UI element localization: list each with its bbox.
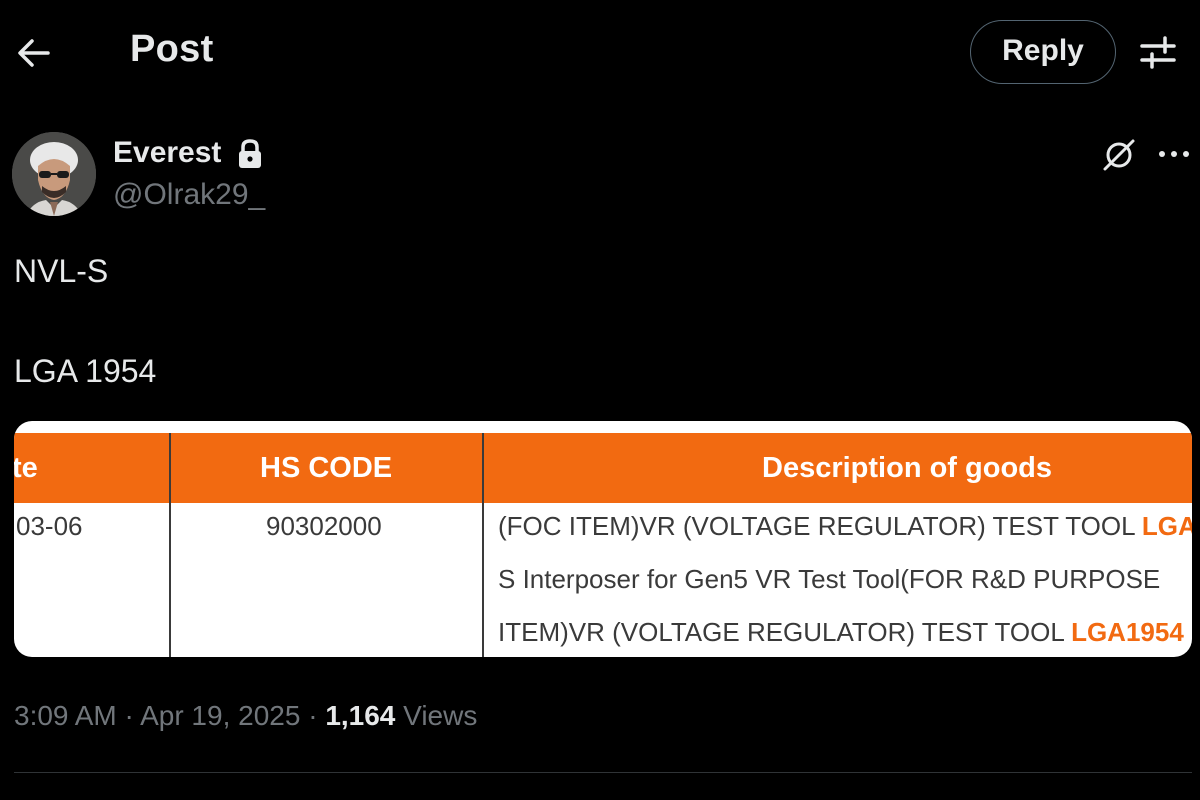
views-label: Views <box>395 700 478 731</box>
cell-date: 03-06 <box>16 511 83 541</box>
views-count: 1,164 <box>325 700 396 731</box>
lock-icon <box>236 138 264 170</box>
sliders-icon <box>1140 36 1176 69</box>
description-highlight: LGA <box>1141 511 1192 541</box>
column-header-description: Description of goods <box>762 452 1052 484</box>
post-time[interactable]: 3:09 AM <box>14 700 117 731</box>
post-text-line: NVL-S <box>14 253 109 289</box>
arrow-left-icon <box>18 39 50 67</box>
meta-separator: · <box>116 700 141 731</box>
post-meta: 3:09 AM · Apr 19, 2025 · 1,164 Views <box>14 700 477 732</box>
author-handle[interactable]: @Olrak29_ <box>113 178 265 212</box>
cell-description-line: S Interposer for Gen5 VR Test Tool(FOR R… <box>498 563 1160 595</box>
column-divider <box>482 433 484 657</box>
column-header-hs-code: HS CODE <box>260 452 393 484</box>
cell-description-line: (FOC ITEM)VR (VOLTAGE REGULATOR) TEST TO… <box>498 510 1192 542</box>
cell-description-line: ITEM)VR (VOLTAGE REGULATOR) TEST TOOL LG… <box>498 616 1184 648</box>
more-horizontal-icon[interactable] <box>1156 142 1192 166</box>
cell-hs-code: 90302000 <box>266 511 382 541</box>
description-text: S Interposer for Gen5 VR Test Tool(FOR R… <box>498 564 1161 594</box>
description-text: ITEM)VR (VOLTAGE REGULATOR) TEST TOOL <box>498 617 1072 647</box>
filter-button[interactable] <box>1138 34 1178 70</box>
post-image[interactable]: te HS CODE Description of goods 03-06 90… <box>14 421 1192 657</box>
post-text-line: LGA 1954 <box>14 353 157 389</box>
author-display-name[interactable]: Everest <box>113 136 221 170</box>
reply-button[interactable]: Reply <box>970 20 1116 84</box>
divider <box>14 772 1192 773</box>
column-divider <box>169 433 171 657</box>
avatar-image <box>12 132 96 216</box>
meta-separator: · <box>300 700 326 731</box>
page-title: Post <box>130 28 214 70</box>
description-highlight: LGA1954 <box>1071 617 1184 647</box>
back-button[interactable] <box>14 33 54 73</box>
post-date[interactable]: Apr 19, 2025 <box>140 700 300 731</box>
grok-icon[interactable] <box>1100 136 1138 174</box>
top-bar: Post Reply <box>0 0 1200 105</box>
avatar[interactable] <box>12 132 96 216</box>
description-text: (FOC ITEM)VR (VOLTAGE REGULATOR) TEST TO… <box>498 511 1142 541</box>
column-header-date: te <box>14 452 38 484</box>
